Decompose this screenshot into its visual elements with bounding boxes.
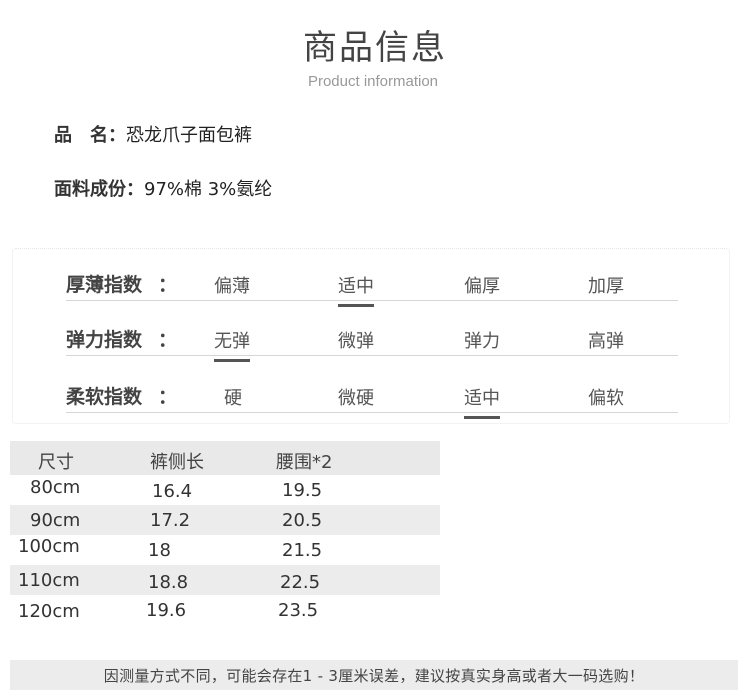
table-cell: 110cm bbox=[18, 570, 80, 591]
table-cell: 20.5 bbox=[282, 510, 323, 531]
attribute-option: 硬 bbox=[224, 388, 242, 409]
attribute-colon: ： bbox=[158, 274, 178, 296]
attribute-option: 偏厚 bbox=[464, 276, 500, 297]
attribute-label: 厚薄指数 bbox=[66, 274, 143, 296]
page-subtitle: Product information bbox=[307, 73, 439, 90]
fabric-label: 面料成份： bbox=[54, 179, 144, 200]
table-header-cell: 裤侧长 bbox=[150, 452, 204, 473]
attribute-option-selected: 适中 bbox=[338, 272, 374, 307]
measurement-note: 因测量方式不同，可能会存在1 - 3厘米误差，建议按真实身高或者大一码选购！ bbox=[103, 667, 645, 685]
attribute-row-softness: 柔软指数 ： 硬 微硬 适中 偏软 bbox=[66, 362, 678, 419]
table-row: 100cm 18 21.5 bbox=[10, 535, 440, 565]
table-cell: 22.5 bbox=[280, 572, 321, 593]
attribute-colon: ： bbox=[158, 386, 178, 408]
table-cell: 90cm bbox=[30, 510, 81, 531]
attribute-divider bbox=[66, 355, 678, 356]
attribute-row-elasticity: 弹力指数 ： 无弹 微弹 弹力 高弹 bbox=[66, 305, 678, 362]
table-header-row: 尺寸 裤侧长 腰围*2 bbox=[10, 441, 440, 475]
table-cell: 80cm bbox=[30, 477, 81, 498]
table-cell: 120cm bbox=[18, 601, 80, 622]
attribute-option-selected: 无弹 bbox=[214, 327, 250, 362]
product-name-label: 品 名： bbox=[54, 125, 126, 146]
product-name-value: 恐龙爪子面包裤 bbox=[126, 125, 252, 146]
attribute-colon: ： bbox=[158, 329, 178, 351]
attribute-row-thickness: 厚薄指数 ： 偏薄 适中 偏厚 加厚 bbox=[66, 250, 678, 307]
table-cell: 16.4 bbox=[152, 481, 193, 502]
attribute-label: 弹力指数 bbox=[66, 329, 143, 351]
size-table: 尺寸 裤侧长 腰围*2 80cm 16.4 19.5 90cm 17.2 20.… bbox=[10, 441, 440, 625]
table-cell: 100cm bbox=[18, 536, 80, 557]
table-header-cell: 腰围*2 bbox=[276, 452, 333, 473]
table-row: 120cm 19.6 23.5 bbox=[10, 595, 440, 625]
attribute-option: 微硬 bbox=[338, 388, 374, 409]
table-header-cell: 尺寸 bbox=[38, 452, 74, 473]
attribute-option: 偏软 bbox=[588, 388, 624, 409]
table-row: 110cm 18.8 22.5 bbox=[10, 565, 440, 595]
table-cell: 19.6 bbox=[146, 600, 187, 621]
table-cell: 17.2 bbox=[150, 510, 191, 531]
fabric-line: 面料成份：97%棉 3%氨纶 bbox=[54, 175, 272, 201]
attribute-option: 微弹 bbox=[338, 331, 374, 352]
attribute-option: 高弹 bbox=[588, 331, 624, 352]
attribute-option: 弹力 bbox=[464, 331, 500, 352]
table-cell: 21.5 bbox=[282, 540, 323, 561]
table-cell: 19.5 bbox=[282, 480, 323, 501]
table-cell: 23.5 bbox=[278, 600, 319, 621]
attribute-option: 加厚 bbox=[588, 276, 624, 297]
attribute-option: 偏薄 bbox=[214, 276, 250, 297]
measurement-note-bar: 因测量方式不同，可能会存在1 - 3厘米误差，建议按真实身高或者大一码选购！ bbox=[10, 660, 738, 690]
page-title: 商品信息 bbox=[303, 28, 447, 68]
attribute-label: 柔软指数 bbox=[66, 386, 143, 408]
attribute-divider bbox=[66, 412, 678, 413]
table-row: 80cm 16.4 19.5 bbox=[10, 475, 440, 505]
attribute-divider bbox=[66, 300, 678, 301]
table-cell: 18 bbox=[148, 540, 171, 561]
attribute-option-selected: 适中 bbox=[464, 384, 500, 419]
table-cell: 18.8 bbox=[148, 572, 189, 593]
fabric-value: 97%棉 3%氨纶 bbox=[144, 179, 273, 200]
product-name-line: 品 名：恐龙爪子面包裤 bbox=[54, 121, 252, 147]
table-row: 90cm 17.2 20.5 bbox=[10, 505, 440, 535]
